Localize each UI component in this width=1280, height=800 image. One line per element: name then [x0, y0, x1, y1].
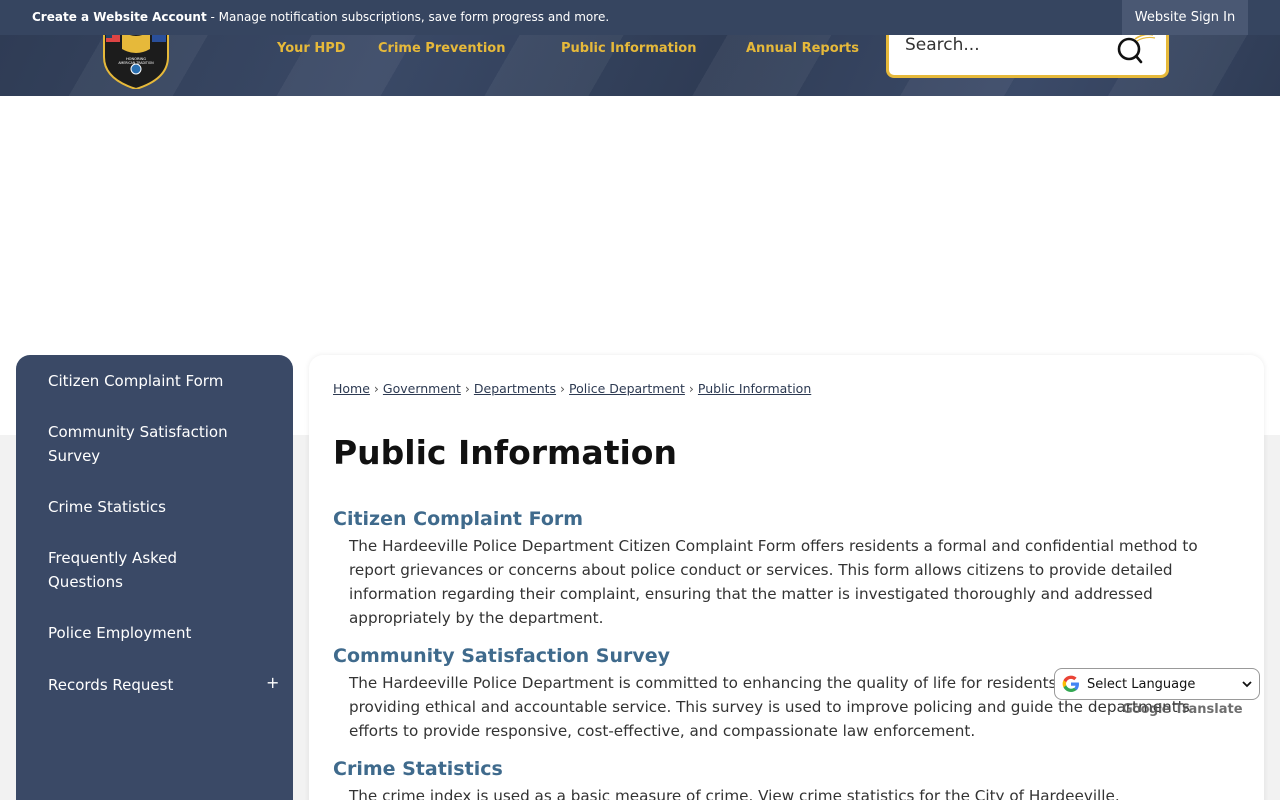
language-select[interactable]: Select Language [1054, 668, 1260, 700]
sidebar-item-records-request[interactable]: Records Request [48, 673, 248, 697]
google-g-icon [1062, 675, 1079, 692]
breadcrumb-separator: › [560, 381, 566, 396]
nav-public-information[interactable]: Public Information [561, 41, 697, 56]
search-icon[interactable] [1115, 35, 1159, 73]
sidebar-item-citizen-complaint-form[interactable]: Citizen Complaint Form [48, 369, 248, 393]
chevron-down-icon [1242, 681, 1252, 688]
svg-text:AMERICAN TRADITION: AMERICAN TRADITION [118, 61, 154, 65]
page-title: Public Information [333, 433, 677, 472]
section-title-citizen-complaint-form[interactable]: Citizen Complaint Form [333, 508, 583, 530]
sidebar-item-crime-statistics[interactable]: Crime Statistics [48, 495, 248, 519]
section-title-community-satisfaction-survey[interactable]: Community Satisfaction Survey [333, 645, 670, 667]
account-description: - Manage notification subscriptions, sav… [206, 10, 610, 24]
search-placeholder: Search... [905, 35, 980, 55]
section-title-crime-statistics[interactable]: Crime Statistics [333, 758, 503, 780]
sidebar-item-community-satisfaction-survey[interactable]: Community Satisfaction Survey [48, 420, 248, 468]
utility-bar: Create a Website Account - Manage notifi… [0, 0, 1280, 35]
create-account-link[interactable]: Create a Website Account [32, 10, 207, 24]
sign-in-button[interactable]: Website Sign In [1122, 0, 1248, 35]
breadcrumb-police-department[interactable]: Police Department [569, 381, 685, 396]
expand-records-request-button[interactable]: + [266, 673, 279, 692]
nav-crime-prevention[interactable]: Crime Prevention [378, 41, 505, 56]
sidebar-item-police-employment[interactable]: Police Employment [48, 621, 248, 645]
account-notice: Create a Website Account - Manage notifi… [32, 10, 609, 24]
section-body-citizen-complaint-form: The Hardeeville Police Department Citize… [349, 537, 1198, 627]
breadcrumb-separator: › [464, 381, 470, 396]
section-body-crime-statistics: The crime index is used as a basic measu… [349, 787, 1120, 800]
translate-label: Translate [1174, 702, 1243, 717]
police-badge-logo[interactable]: HONORING AMERICAN TRADITION [100, 35, 172, 89]
breadcrumb-separator: › [688, 381, 694, 396]
sidebar-nav: Citizen Complaint Form Community Satisfa… [16, 355, 293, 800]
breadcrumb-public-information[interactable]: Public Information [698, 381, 811, 396]
google-wordmark: Google [1122, 702, 1171, 717]
site-header: HONORING AMERICAN TRADITION Your HPD Cri… [0, 35, 1280, 96]
powered-by-google-translate[interactable]: Google Translate [1122, 702, 1243, 717]
nav-annual-reports[interactable]: Annual Reports [746, 41, 859, 56]
sidebar-item-faq[interactable]: Frequently Asked Questions [48, 546, 248, 594]
nav-your-hpd[interactable]: Your HPD [277, 41, 346, 56]
breadcrumb-home[interactable]: Home [333, 381, 370, 396]
breadcrumb-separator: › [373, 381, 379, 396]
main-content: Home › Government › Departments › Police Depar… [309, 355, 1264, 800]
search-input[interactable]: Search... [886, 35, 1169, 78]
select-language-label: Select Language [1087, 676, 1196, 692]
breadcrumb-departments[interactable]: Departments [474, 381, 556, 396]
breadcrumb: Home › Government › Departments › Police Depar… [333, 381, 811, 396]
breadcrumb-government[interactable]: Government [383, 381, 461, 396]
